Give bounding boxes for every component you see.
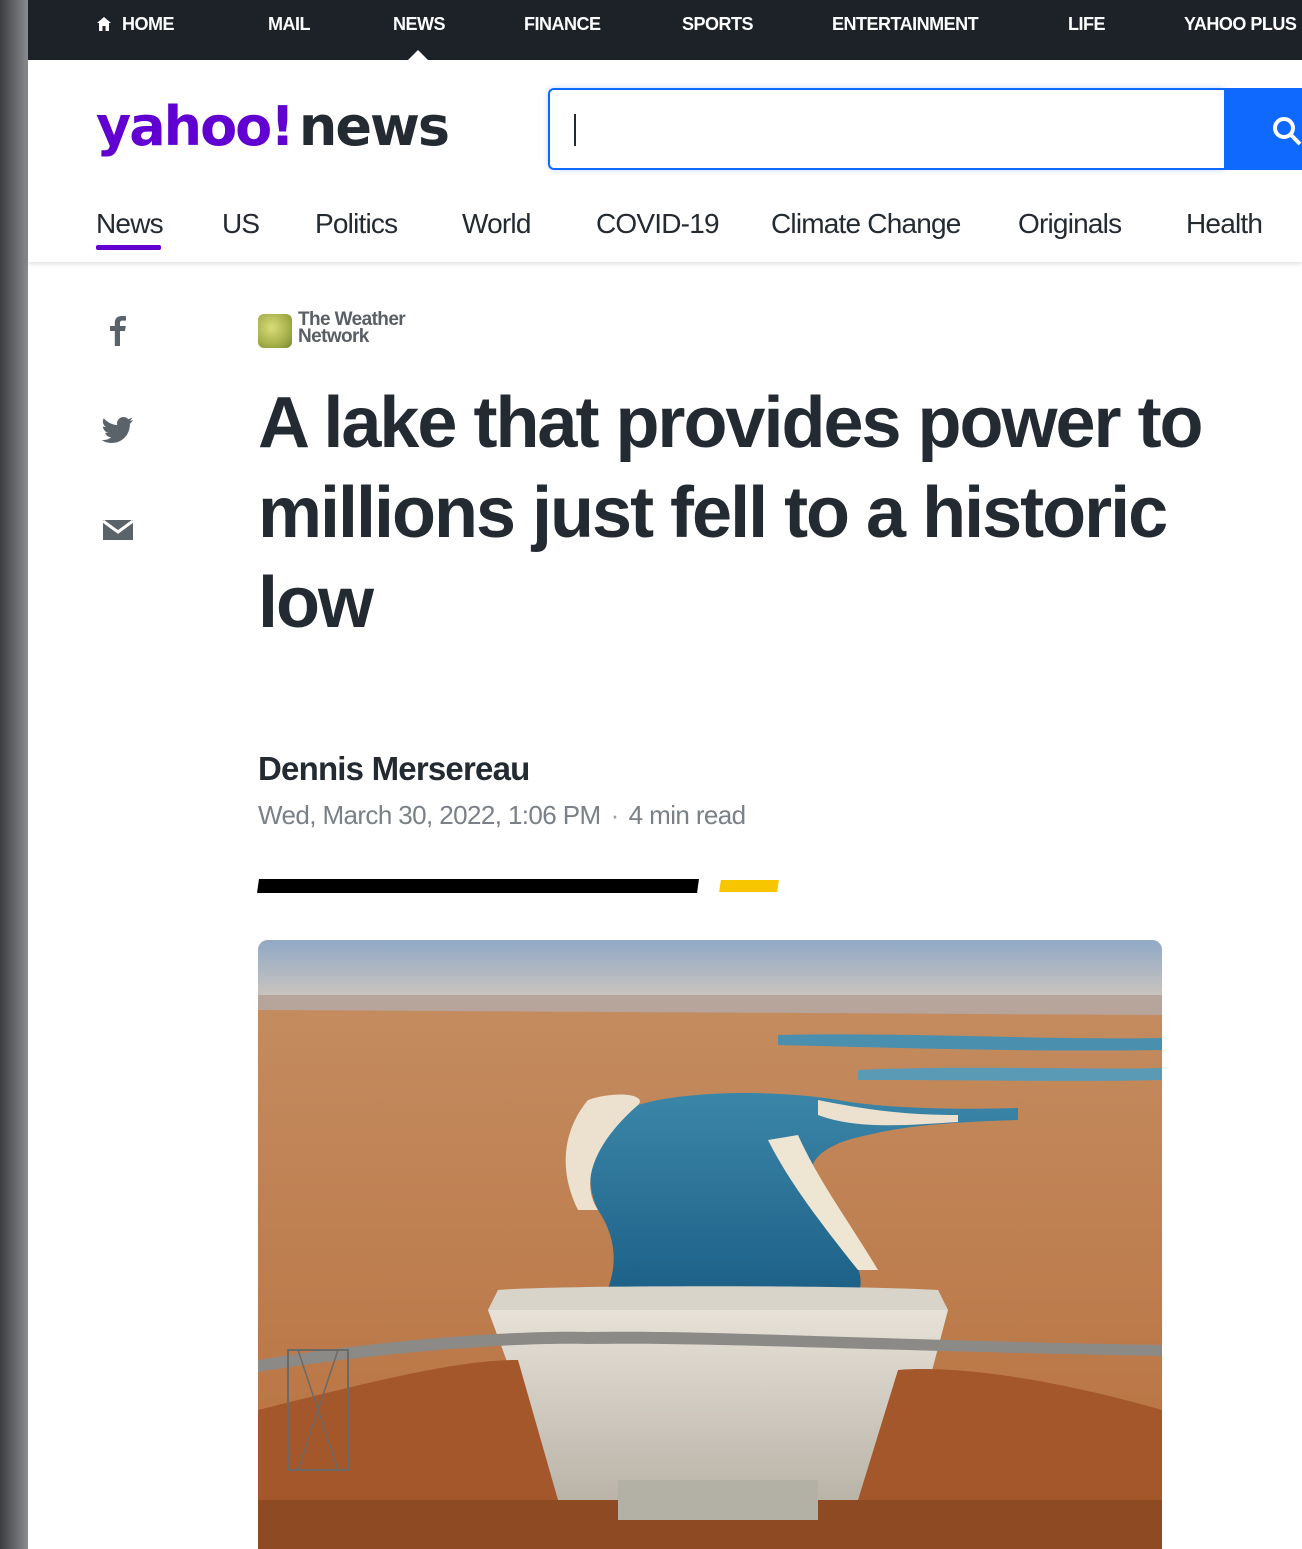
top-nav-mail[interactable]: MAIL <box>268 13 311 35</box>
top-nav-entertainment[interactable]: ENTERTAINMENT <box>832 13 979 35</box>
article-dateline: Wed, March 30, 2022, 1:06 PM · 4 min read <box>258 800 746 831</box>
home-icon <box>97 17 111 31</box>
subnav-active-underline <box>96 245 161 250</box>
logo-yahoo-text: yahoo! <box>96 95 295 158</box>
article-author[interactable]: Dennis Mersereau <box>258 750 530 788</box>
article-headline: A lake that provides power to millions j… <box>258 383 1204 643</box>
article-hero-image <box>258 940 1162 1549</box>
article-divider-black <box>257 879 699 893</box>
top-nav-news[interactable]: NEWS <box>393 13 446 35</box>
article-divider-yellow <box>719 880 779 892</box>
top-nav-finance[interactable]: FINANCE <box>524 13 601 35</box>
active-tab-indicator <box>408 50 428 60</box>
provider-name: The Weather Network <box>298 309 406 347</box>
weather-network-logo-icon <box>258 314 292 348</box>
meta-separator: · <box>610 800 620 830</box>
top-nav-life[interactable]: LIFE <box>1068 13 1106 35</box>
subnav-world[interactable]: World <box>462 208 531 240</box>
subnav-health[interactable]: Health <box>1186 208 1263 240</box>
logo-news-text: news <box>298 95 450 158</box>
search-input[interactable] <box>570 108 1214 150</box>
window-edge <box>0 0 28 1549</box>
read-time: 4 min read <box>628 800 746 830</box>
top-nav-bar <box>28 0 1302 60</box>
search-box[interactable] <box>548 88 1224 170</box>
email-icon[interactable] <box>100 512 136 548</box>
subnav-politics[interactable]: Politics <box>315 208 398 240</box>
subnav-news[interactable]: News <box>96 208 164 240</box>
subnav-covid-19[interactable]: COVID-19 <box>596 208 720 240</box>
text-cursor <box>574 114 576 146</box>
top-nav-sports[interactable]: SPORTS <box>682 13 754 35</box>
subnav-originals[interactable]: Originals <box>1018 208 1122 240</box>
subnav-climate-change[interactable]: Climate Change <box>771 208 961 240</box>
facebook-icon[interactable] <box>100 312 136 348</box>
subnav-us[interactable]: US <box>222 208 260 240</box>
search-icon <box>1273 117 1302 146</box>
top-nav-label: HOME <box>122 14 175 34</box>
yahoo-news-logo[interactable]: yahoo! news <box>96 92 450 162</box>
search-button[interactable] <box>1224 88 1302 170</box>
top-nav-yahoo-plus[interactable]: YAHOO PLUS <box>1184 13 1297 35</box>
twitter-icon[interactable] <box>100 412 136 448</box>
article-date: Wed, March 30, 2022, 1:06 PM <box>258 800 601 830</box>
top-nav-home[interactable]: HOME <box>96 13 175 35</box>
